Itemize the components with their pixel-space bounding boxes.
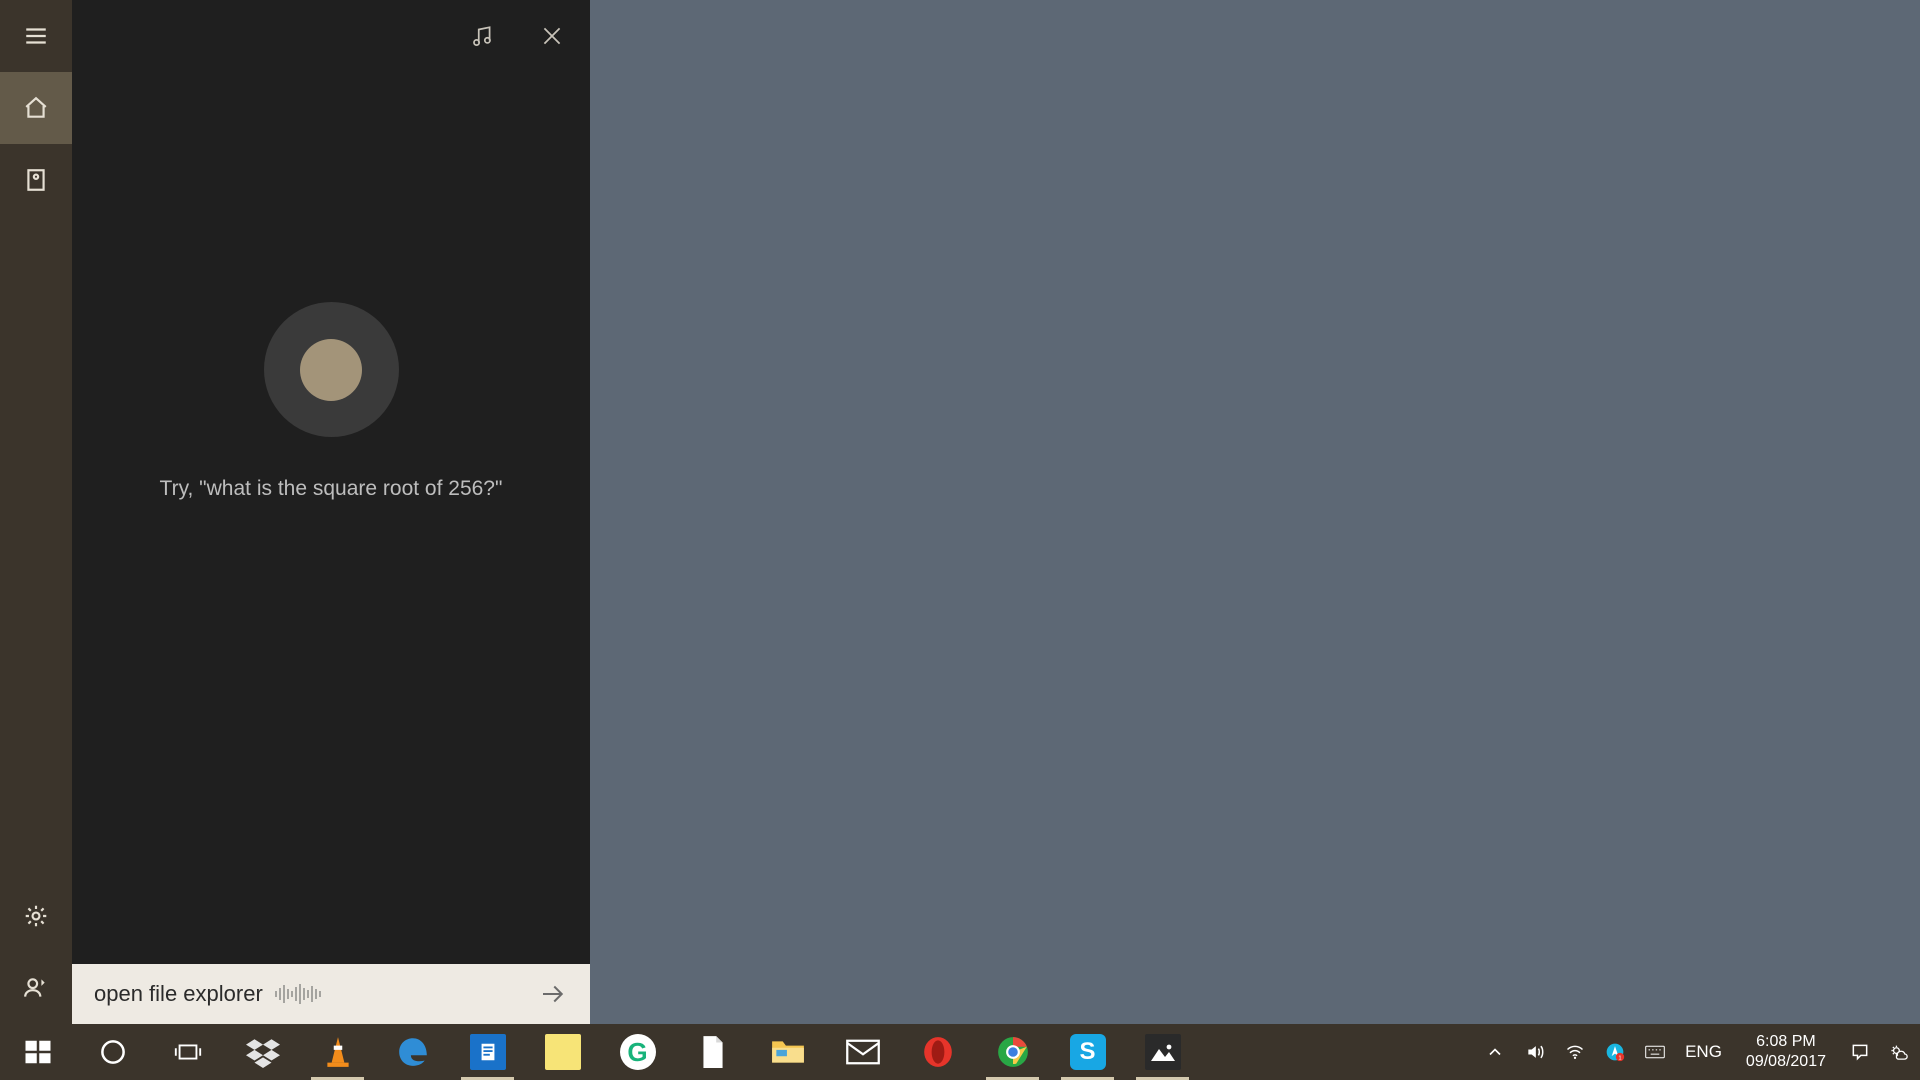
clock-time: 6:08 PM <box>1756 1032 1816 1052</box>
dropbox-icon <box>246 1035 280 1069</box>
cortana-search-input[interactable] <box>94 981 267 1007</box>
tray-volume[interactable] <box>1515 1024 1555 1080</box>
cortana-music-search-button[interactable] <box>462 16 502 56</box>
cortana-ring-inner <box>300 339 362 401</box>
cortana-main: Try, "what is the square root of 256?" <box>72 0 590 1024</box>
cortana-circle-icon <box>98 1037 128 1067</box>
taskbar-app-sticky-notes[interactable] <box>525 1024 600 1080</box>
opera-icon <box>921 1035 955 1069</box>
cortana-notebook-button[interactable] <box>0 144 72 216</box>
voice-waveform-icon <box>275 984 321 1004</box>
cortana-taskbar-button[interactable] <box>75 1024 150 1080</box>
cortana-home-button[interactable] <box>0 72 72 144</box>
cortana-feedback-button[interactable] <box>0 952 72 1024</box>
start-button[interactable] <box>0 1024 75 1080</box>
taskbar-app-opera[interactable] <box>900 1024 975 1080</box>
skype-icon: S <box>1070 1034 1106 1070</box>
hamburger-icon <box>23 23 49 49</box>
weather-icon <box>1890 1042 1910 1062</box>
wifi-icon <box>1565 1042 1585 1062</box>
tray-location[interactable]: 1 <box>1595 1024 1635 1080</box>
taskbar-app-photos[interactable] <box>1125 1024 1200 1080</box>
svg-text:1: 1 <box>1618 1056 1621 1062</box>
cortana-search-box[interactable] <box>72 964 590 1024</box>
doc-icon <box>470 1034 506 1070</box>
mail-icon <box>845 1038 881 1066</box>
close-icon <box>539 23 565 49</box>
cortana-menu-button[interactable] <box>0 0 72 72</box>
vlc-icon <box>321 1035 355 1069</box>
cortana-body: Try, "what is the square root of 256?" <box>72 72 590 964</box>
taskbar-app-grammarly[interactable]: G <box>600 1024 675 1080</box>
edge-icon <box>396 1035 430 1069</box>
cortana-settings-button[interactable] <box>0 880 72 952</box>
tray-action-center[interactable] <box>1840 1024 1880 1080</box>
task-view-icon <box>173 1037 203 1067</box>
tray-show-hidden-icons[interactable] <box>1475 1024 1515 1080</box>
sticky-note-icon <box>545 1034 581 1070</box>
taskbar-app-mail[interactable] <box>825 1024 900 1080</box>
taskbar-app-document[interactable] <box>675 1024 750 1080</box>
keyboard-icon <box>1645 1042 1665 1062</box>
windows-icon <box>23 1037 53 1067</box>
arrow-right-icon <box>538 979 568 1009</box>
taskbar-app-dropbox[interactable] <box>225 1024 300 1080</box>
feedback-icon <box>23 975 49 1001</box>
task-view-button[interactable] <box>150 1024 225 1080</box>
chevron-up-icon <box>1485 1042 1505 1062</box>
cortana-close-button[interactable] <box>532 16 572 56</box>
cortana-header <box>72 0 590 72</box>
notebook-icon <box>23 167 49 193</box>
taskbar-app-edge[interactable] <box>375 1024 450 1080</box>
folder-icon <box>770 1037 806 1067</box>
cortana-listening-ring[interactable] <box>264 302 399 437</box>
photos-icon <box>1145 1034 1181 1070</box>
taskbar-app-vlc[interactable] <box>300 1024 375 1080</box>
tray-touch-keyboard[interactable] <box>1635 1024 1675 1080</box>
system-tray: 1 ENG 6:08 PM 09/08/2017 <box>1475 1024 1920 1080</box>
tray-language-indicator[interactable]: ENG <box>1675 1024 1732 1080</box>
taskbar: G S 1 ENG <box>0 1024 1920 1080</box>
taskbar-app-chrome[interactable] <box>975 1024 1050 1080</box>
taskbar-app-writer[interactable] <box>450 1024 525 1080</box>
music-icon <box>469 23 495 49</box>
grammarly-icon: G <box>620 1034 656 1070</box>
clock-date: 09/08/2017 <box>1746 1052 1826 1072</box>
action-center-icon <box>1850 1042 1870 1062</box>
cortana-panel: Try, "what is the square root of 256?" <box>0 0 590 1024</box>
cortana-sidebar <box>0 0 72 1024</box>
taskbar-app-file-explorer[interactable] <box>750 1024 825 1080</box>
maps-icon: 1 <box>1605 1042 1625 1062</box>
home-icon <box>23 95 49 121</box>
volume-icon <box>1525 1042 1545 1062</box>
cortana-submit-button[interactable] <box>534 975 572 1013</box>
taskbar-app-skype[interactable]: S <box>1050 1024 1125 1080</box>
cortana-suggestion-text: Try, "what is the square root of 256?" <box>160 477 503 501</box>
page-icon <box>700 1035 726 1069</box>
taskbar-clock[interactable]: 6:08 PM 09/08/2017 <box>1732 1032 1840 1072</box>
tray-weather[interactable] <box>1880 1024 1920 1080</box>
chrome-icon <box>996 1035 1030 1069</box>
gear-icon <box>23 903 49 929</box>
tray-wifi[interactable] <box>1555 1024 1595 1080</box>
